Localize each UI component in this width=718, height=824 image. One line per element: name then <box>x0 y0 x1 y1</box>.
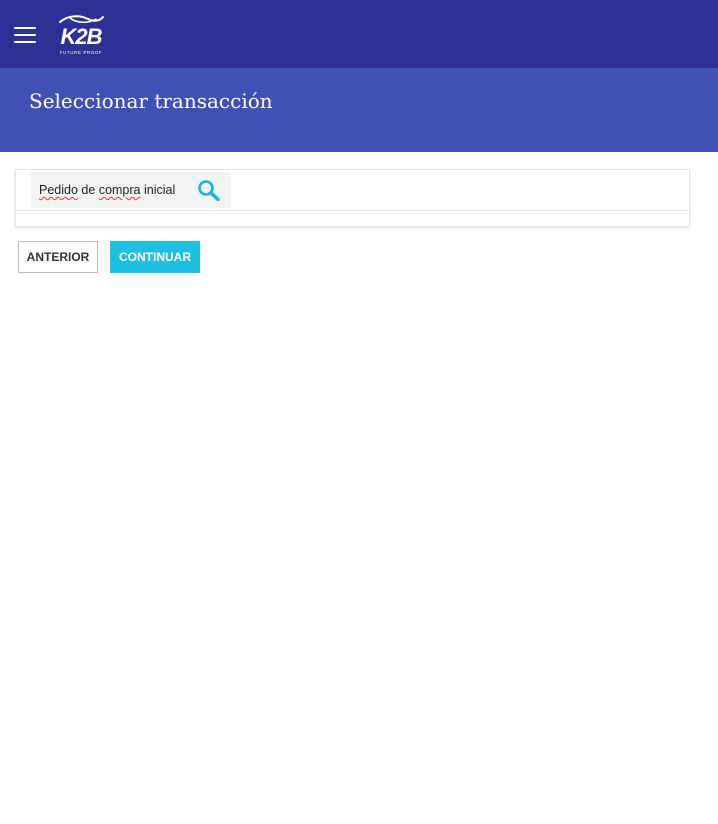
transaction-card: Pedido de compra inicial <box>15 169 690 227</box>
continue-button[interactable]: CONTINUAR <box>110 241 200 273</box>
search-value-word: inicial <box>143 183 176 197</box>
transaction-search-field[interactable]: Pedido de compra inicial <box>31 172 231 208</box>
previous-button[interactable]: ANTERIOR <box>18 241 98 273</box>
search-value[interactable]: Pedido de compra inicial <box>39 183 175 198</box>
k2b-logo[interactable]: K2B FUTURE PROOF <box>54 14 108 58</box>
page-header: Seleccionar transacción <box>0 68 718 152</box>
search-value-word: de <box>81 183 96 197</box>
search-icon[interactable] <box>197 179 221 201</box>
search-value-word: Pedido <box>39 183 78 197</box>
search-value-word: compra <box>98 183 141 197</box>
brand-tagline: FUTURE PROOF <box>59 50 103 55</box>
page-title: Seleccionar transacción <box>29 89 273 113</box>
card-divider <box>16 210 689 211</box>
brand-name: K2B <box>60 24 102 49</box>
menu-icon[interactable] <box>14 27 36 43</box>
top-app-bar: K2B FUTURE PROOF <box>0 0 718 68</box>
